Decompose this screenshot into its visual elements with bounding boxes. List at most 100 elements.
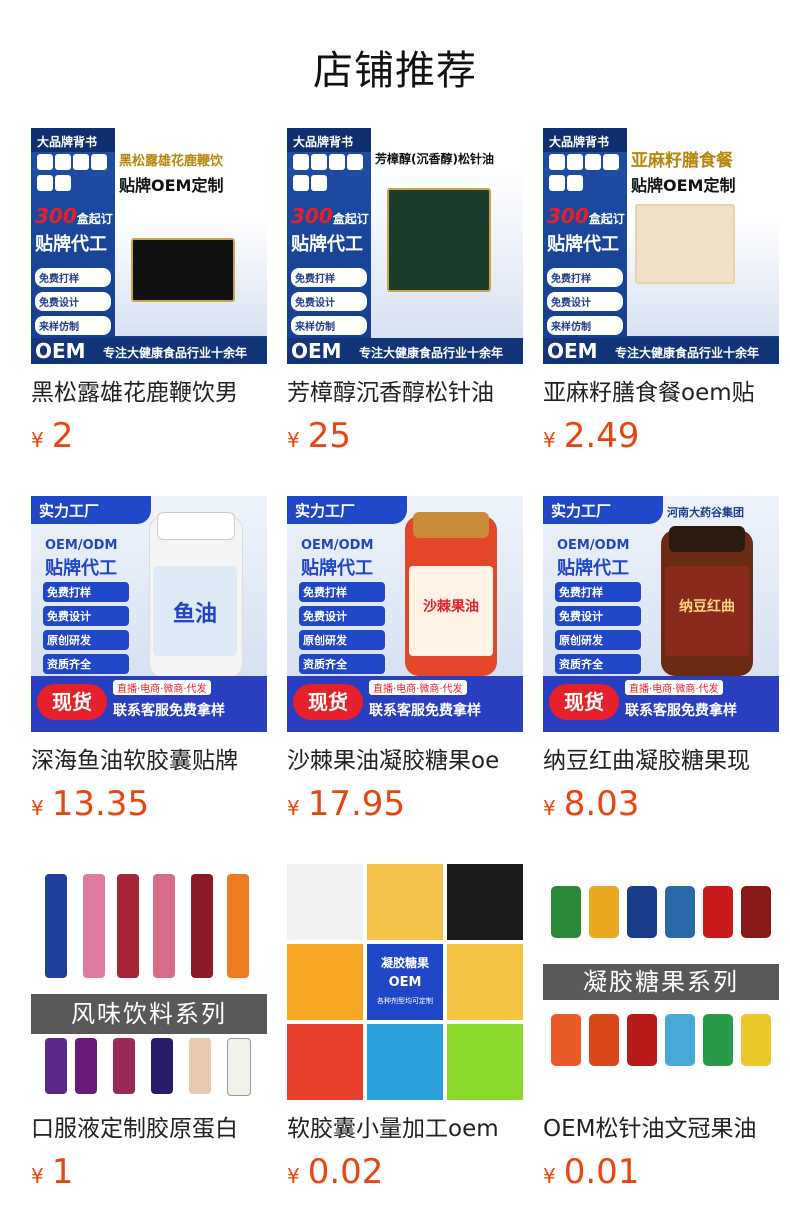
product-image[interactable]: 凝胶糖果系列 (543, 864, 779, 1100)
poster-contact: 联系客服免费拿样 (113, 703, 225, 719)
product-card[interactable]: 凝胶糖果 OEM 各种剂型均可定制 软胶囊小量加工oem ¥0.02 (287, 864, 523, 1232)
product-name[interactable]: 纳豆红曲凝胶糖果现 (543, 746, 779, 776)
product-image[interactable]: 实力工厂 OEM/ODM 贴牌代工 免费打样 免费设计 原创研发 资质齐全 鱼油 现货… (31, 496, 267, 732)
product-image[interactable]: 凝胶糖果 OEM 各种剂型均可定制 (287, 864, 523, 1100)
poster-line2: 贴牌代工 (557, 558, 629, 579)
product-card[interactable]: 实力工厂 OEM/ODM 贴牌代工 免费打样 免费设计 原创研发 资质齐全 鱼油 现货… (31, 496, 267, 864)
yen-icon: ¥ (287, 1164, 300, 1188)
bottle-label: 沙棘果油 (423, 599, 479, 615)
product-name[interactable]: 沙棘果油凝胶糖果oe (287, 746, 523, 776)
poster-stock: 现货 (37, 684, 107, 720)
product-box-image (635, 204, 735, 284)
bottle-label: 纳豆红曲 (679, 599, 735, 615)
product-price: ¥17.95 (287, 784, 406, 824)
product-name[interactable]: 软胶囊小量加工oem (287, 1114, 523, 1144)
product-box-image (131, 238, 235, 302)
product-card[interactable]: 凝胶糖果系列 OEM松针油文冠果油 ¥0.01 (543, 864, 779, 1232)
product-card[interactable]: 实力工厂 河南大药谷集团 OEM/ODM 贴牌代工 免费打样 免费设计 原创研发 资质… (543, 496, 779, 864)
product-grid: 大品牌背书 黑松露雄花鹿鞭饮 贴牌OEM定制 300盒起订 贴牌代工 免费打样免… (31, 128, 779, 1232)
product-image[interactable]: 大品牌背书 黑松露雄花鹿鞭饮 贴牌OEM定制 300盒起订 贴牌代工 免费打样免… (31, 128, 267, 364)
product-card[interactable]: 风味饮料系列 口服液定制胶原蛋白 ¥1 (31, 864, 267, 1232)
poster-oem: OEM (35, 339, 86, 363)
product-price: ¥0.01 (543, 1152, 640, 1192)
product-price: ¥0.02 (287, 1152, 384, 1192)
yen-icon: ¥ (543, 428, 556, 452)
poster-headline: 芳樟醇(沉香醇)松针油 (375, 152, 494, 166)
yen-icon: ¥ (31, 1164, 44, 1188)
product-price: ¥2.49 (543, 416, 640, 456)
poster-headline: 黑松露雄花鹿鞭饮 (119, 154, 224, 169)
certification-badges (549, 154, 627, 194)
yen-icon: ¥ (31, 796, 44, 820)
poster-subline: 贴牌代工 (291, 234, 363, 255)
poster-line2: 贴牌代工 (301, 558, 373, 579)
product-card[interactable]: 大品牌背书 亚麻籽膳食餐 贴牌OEM定制 300盒起订 贴牌代工 免费打样 免费设… (543, 128, 779, 496)
poster-checks: 免费打样 免费设计 原创研发 资质齐全 (43, 582, 129, 678)
yen-icon: ¥ (31, 428, 44, 452)
poster-contact: 联系客服免费拿样 (625, 703, 737, 719)
poster-contact: 联系客服免费拿样 (369, 703, 481, 719)
poster-pills: 免费打样 免费设计 来样仿制 (291, 268, 367, 340)
poster-subline: 贴牌代工 (547, 234, 619, 255)
poster-headline2: 贴牌OEM定制 (119, 176, 224, 195)
product-price: ¥13.35 (31, 784, 150, 824)
poster-pills: 免费打样 免费设计 来样仿制 (35, 268, 111, 340)
poster-subline: 贴牌代工 (35, 234, 107, 255)
product-name[interactable]: 黑松露雄花鹿鞭饮男 (31, 378, 267, 408)
product-price: ¥25 (287, 416, 351, 456)
poster-oem: OEM (291, 339, 342, 363)
poster-checks: 免费打样 免费设计 原创研发 资质齐全 (555, 582, 641, 678)
product-image[interactable]: 实力工厂 OEM/ODM 贴牌代工 免费打样 免费设计 原创研发 资质齐全 沙棘果油 … (287, 496, 523, 732)
product-image[interactable]: 风味饮料系列 (31, 864, 267, 1100)
poster-channels: 直播·电商·微商·代发 (113, 680, 211, 695)
product-image[interactable]: 大品牌背书 芳樟醇(沉香醇)松针油 300盒起订 贴牌代工 免费打样 免费设计 来样… (287, 128, 523, 364)
poster-slogan: 专注大健康食品行业十余年 (103, 346, 248, 360)
poster-tag: 大品牌背书 (293, 135, 354, 149)
yen-icon: ¥ (543, 796, 556, 820)
poster-oem: OEM (547, 339, 598, 363)
poster-tag: 大品牌背书 (37, 135, 98, 149)
product-box-image (387, 188, 491, 292)
product-name[interactable]: OEM松针油文冠果油 (543, 1114, 779, 1144)
yen-icon: ¥ (287, 796, 300, 820)
yen-icon: ¥ (287, 428, 300, 452)
poster-tag: 实力工厂 (39, 502, 100, 520)
poster-slogan: 专注大健康食品行业十余年 (615, 346, 760, 360)
category-band: 风味饮料系列 (31, 994, 267, 1034)
poster-moq: 300盒起订 (291, 204, 369, 228)
category-band: 凝胶糖果系列 (543, 964, 779, 1000)
product-card[interactable]: 大品牌背书 黑松露雄花鹿鞭饮 贴牌OEM定制 300盒起订 贴牌代工 免费打样免… (31, 128, 267, 496)
section-title: 店铺推荐 (313, 48, 477, 94)
poster-company: 河南大药谷集团 (667, 506, 744, 519)
poster-stock: 现货 (549, 684, 619, 720)
certification-badges (293, 154, 371, 194)
product-card[interactable]: 大品牌背书 芳樟醇(沉香醇)松针油 300盒起订 贴牌代工 免费打样 免费设计 来样… (287, 128, 523, 496)
bottle-label: 鱼油 (172, 602, 217, 627)
poster-headline2: 贴牌OEM定制 (631, 176, 736, 195)
product-price: ¥8.03 (543, 784, 640, 824)
product-price: ¥1 (31, 1152, 74, 1192)
product-name[interactable]: 芳樟醇沉香醇松针油 (287, 378, 523, 408)
poster-channels: 直播·电商·微商·代发 (625, 680, 723, 695)
poster-headline: 亚麻籽膳食餐 (631, 151, 733, 171)
center-badge: 凝胶糖果 OEM 各种剂型均可定制 (367, 944, 443, 1020)
product-image[interactable]: 实力工厂 河南大药谷集团 OEM/ODM 贴牌代工 免费打样 免费设计 原创研发 资质… (543, 496, 779, 732)
poster-checks: 免费打样 免费设计 原创研发 资质齐全 (299, 582, 385, 678)
product-name[interactable]: 亚麻籽膳食餐oem贴 (543, 378, 779, 408)
poster-channels: 直播·电商·微商·代发 (369, 680, 467, 695)
product-card[interactable]: 实力工厂 OEM/ODM 贴牌代工 免费打样 免费设计 原创研发 资质齐全 沙棘果油 … (287, 496, 523, 864)
poster-line2: 贴牌代工 (45, 558, 117, 579)
product-image[interactable]: 大品牌背书 亚麻籽膳食餐 贴牌OEM定制 300盒起订 贴牌代工 免费打样 免费设… (543, 128, 779, 364)
poster-moq: 300盒起订 (35, 204, 113, 228)
poster-moq: 300盒起订 (547, 204, 625, 228)
product-name[interactable]: 深海鱼油软胶囊贴牌 (31, 746, 267, 776)
product-name[interactable]: 口服液定制胶原蛋白 (31, 1114, 267, 1144)
poster-tag: 实力工厂 (551, 502, 612, 520)
poster-line1: OEM/ODM (301, 538, 374, 553)
product-price: ¥2 (31, 416, 74, 456)
poster-tag: 实力工厂 (295, 502, 356, 520)
poster-stock: 现货 (293, 684, 363, 720)
poster-pills: 免费打样 免费设计 来样仿制 (547, 268, 623, 340)
yen-icon: ¥ (543, 1164, 556, 1188)
poster-line1: OEM/ODM (45, 538, 118, 553)
